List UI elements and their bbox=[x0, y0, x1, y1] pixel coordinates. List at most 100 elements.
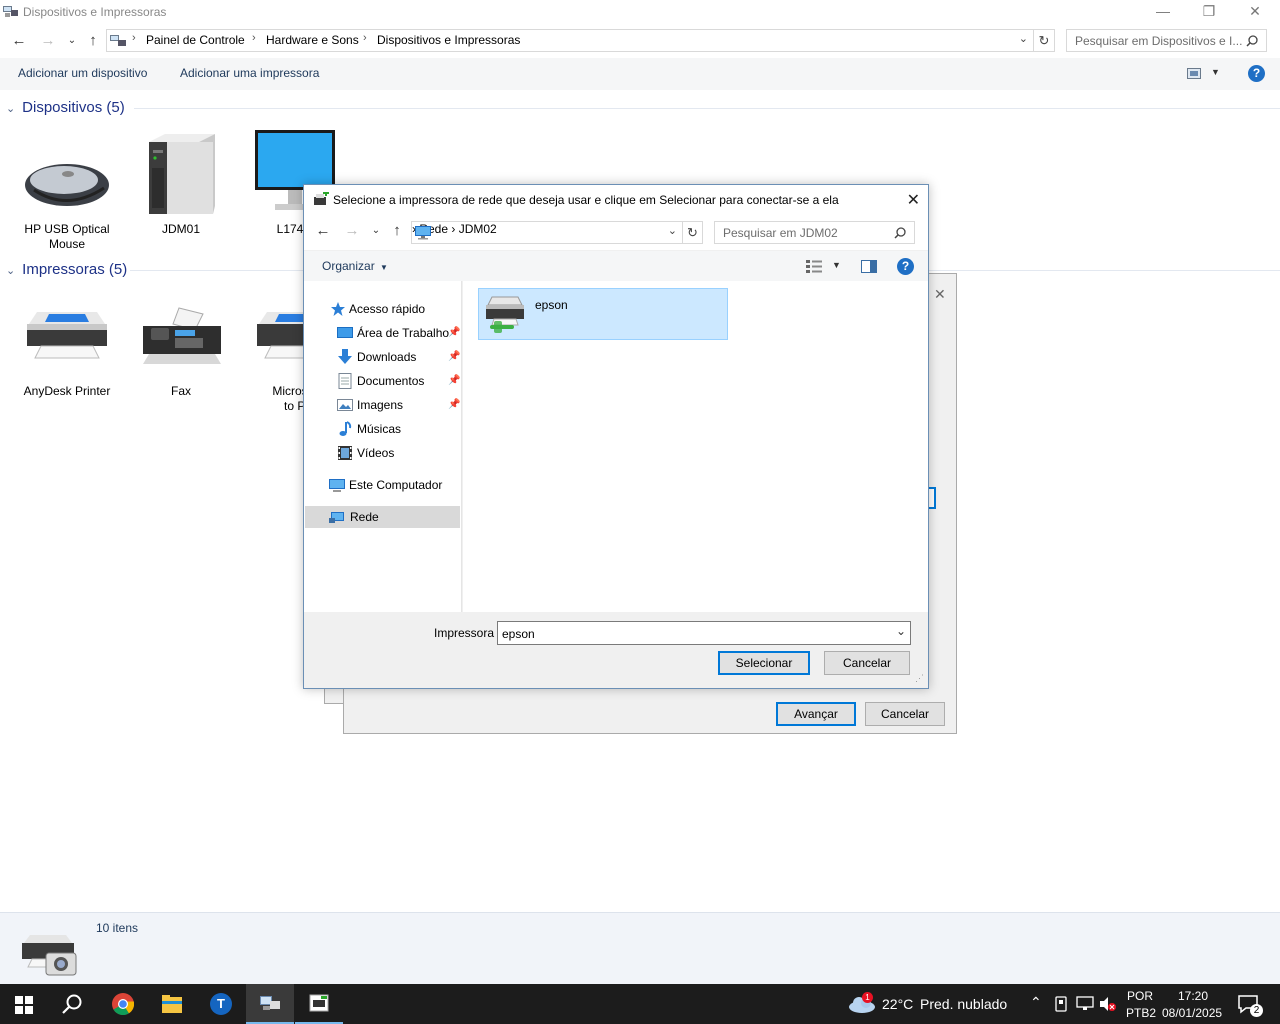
back-arrow-icon[interactable]: ← bbox=[312, 220, 334, 242]
desktop-icon bbox=[337, 327, 353, 338]
next-button[interactable]: Avançar bbox=[776, 702, 856, 726]
music-icon bbox=[339, 421, 352, 436]
file-list: epson bbox=[463, 281, 928, 612]
dialog-footer: Impressora epson ⌄ Selecionar Cancelar ⋰ bbox=[304, 612, 928, 688]
add-printer-button[interactable]: Adicionar uma impressora bbox=[180, 66, 319, 80]
address-dropdown-icon[interactable]: ⌄ bbox=[1019, 32, 1028, 45]
breadcrumb-hardware-sound[interactable]: Hardware e Sons bbox=[266, 33, 359, 47]
nav-item-desktop[interactable]: Área de Trabalho 📌 bbox=[304, 322, 462, 344]
refresh-icon[interactable]: ↻ bbox=[1034, 29, 1055, 52]
up-arrow-icon[interactable]: ↑ bbox=[386, 220, 408, 242]
breadcrumb-separator-icon: › bbox=[363, 32, 367, 44]
search-input[interactable]: Pesquisar em Dispositivos e I... bbox=[1066, 29, 1267, 52]
weather-alert-badge: 1 bbox=[862, 992, 873, 1003]
printer-item-fax[interactable]: Fax bbox=[131, 300, 231, 405]
show-hidden-icons-chevron-icon[interactable]: ⌃ bbox=[1030, 994, 1042, 1011]
pin-icon: 📌 bbox=[448, 327, 461, 338]
printer-icon bbox=[27, 312, 107, 359]
up-arrow-icon[interactable]: ↑ bbox=[82, 30, 104, 52]
search-icon bbox=[1246, 35, 1258, 47]
preview-pane-icon[interactable] bbox=[861, 260, 877, 273]
cancel-button[interactable]: Cancelar bbox=[824, 651, 910, 675]
item-count: 10 itens bbox=[96, 921, 139, 935]
organize-button[interactable]: Organizar ▼ bbox=[322, 259, 388, 273]
dialog-titlebar: Selecione a impressora de rede que desej… bbox=[304, 185, 928, 215]
breadcrumb-separator-icon: › bbox=[132, 32, 136, 44]
back-arrow-icon[interactable]: ← bbox=[8, 30, 30, 52]
select-button[interactable]: Selecionar bbox=[718, 651, 810, 675]
dialog-navigation: ← → ⌄ ↑ › Rede › JDM02 ⌄ ↻ Pesquisar em … bbox=[304, 215, 928, 250]
file-explorer-icon[interactable] bbox=[148, 984, 196, 1024]
add-printer-taskbar-icon[interactable] bbox=[295, 984, 343, 1024]
dialog-search-input[interactable]: Pesquisar em JDM02 bbox=[714, 221, 915, 244]
help-icon[interactable]: ? bbox=[1248, 65, 1265, 82]
nav-item-this-pc[interactable]: Este Computador bbox=[304, 474, 462, 496]
nav-item-downloads[interactable]: Downloads 📌 bbox=[304, 346, 462, 368]
nav-item-music[interactable]: Músicas bbox=[304, 418, 462, 440]
nav-item-network[interactable]: Rede bbox=[305, 506, 460, 528]
refresh-icon[interactable]: ↻ bbox=[683, 221, 703, 244]
volume-muted-icon[interactable] bbox=[1099, 996, 1117, 1012]
devices-group-header[interactable]: ⌄ Dispositivos (5) bbox=[6, 99, 125, 116]
breadcrumb-separator-icon: › bbox=[451, 222, 456, 236]
weather-condition[interactable]: Pred. nublado bbox=[920, 996, 1007, 1012]
forward-arrow-icon[interactable]: → bbox=[37, 30, 59, 52]
pin-icon: 📌 bbox=[448, 399, 461, 410]
file-item-epson[interactable]: epson bbox=[478, 288, 728, 340]
wizard-cancel-button[interactable]: Cancelar bbox=[865, 702, 945, 726]
resize-grip-icon[interactable]: ⋰ bbox=[915, 673, 924, 684]
windows-start-icon[interactable] bbox=[15, 996, 33, 1014]
command-bar: Adicionar um dispositivo Adicionar uma i… bbox=[0, 58, 1280, 90]
minimize-icon[interactable]: — bbox=[1140, 0, 1186, 24]
printers-group-header[interactable]: ⌄ Impressoras (5) bbox=[6, 261, 127, 278]
pictures-icon bbox=[337, 399, 353, 411]
network-tray-icon[interactable] bbox=[1076, 996, 1094, 1012]
add-device-button[interactable]: Adicionar um dispositivo bbox=[18, 66, 147, 80]
nav-item-quick-access[interactable]: Acesso rápido bbox=[304, 298, 462, 320]
device-item-jdm01[interactable]: JDM01 bbox=[131, 130, 231, 240]
close-icon[interactable]: ✕ bbox=[907, 190, 920, 210]
select-network-printer-dialog: Selecione a impressora de rede que desej… bbox=[303, 184, 929, 689]
address-dropdown-icon[interactable]: ⌄ bbox=[668, 224, 677, 237]
recent-locations-chevron-icon[interactable]: ⌄ bbox=[61, 30, 83, 52]
documents-icon bbox=[338, 373, 352, 389]
breadcrumb-devices-printers[interactable]: Dispositivos e Impressoras bbox=[377, 33, 520, 47]
help-icon[interactable]: ? bbox=[897, 258, 914, 275]
view-options-chevron-icon[interactable]: ▼ bbox=[832, 260, 841, 270]
device-tray-icon[interactable] bbox=[1054, 996, 1068, 1012]
restore-icon[interactable]: ❐ bbox=[1186, 0, 1232, 24]
wizard-shadow-edge bbox=[324, 688, 344, 704]
breadcrumb-jdm02[interactable]: JDM02 bbox=[459, 222, 497, 236]
nav-item-videos[interactable]: Vídeos bbox=[304, 442, 462, 464]
status-bar: 10 itens bbox=[0, 912, 1280, 984]
network-icon bbox=[329, 512, 344, 523]
window-title: Dispositivos e Impressoras bbox=[23, 5, 167, 19]
devices-printers-taskbar-icon[interactable] bbox=[246, 984, 294, 1024]
temperature[interactable]: 22°C bbox=[882, 996, 913, 1012]
network-printer-icon bbox=[486, 296, 524, 333]
clock-date[interactable]: 08/01/2025 bbox=[1162, 1006, 1222, 1020]
change-view-icon[interactable] bbox=[1187, 68, 1201, 79]
device-item-mouse[interactable]: HP USB Optical Mouse bbox=[17, 130, 117, 255]
view-options-chevron-icon[interactable]: ▼ bbox=[1211, 67, 1220, 77]
address-bar[interactable]: › Painel de Controle › Hardware e Sons ›… bbox=[106, 29, 1034, 52]
recent-locations-chevron-icon[interactable]: ⌄ bbox=[365, 220, 387, 242]
app-t-icon[interactable]: T bbox=[197, 984, 245, 1024]
close-icon[interactable]: ✕ bbox=[934, 286, 946, 303]
nav-item-documents[interactable]: Documentos 📌 bbox=[304, 370, 462, 392]
chrome-icon[interactable] bbox=[99, 984, 147, 1024]
clock-time[interactable]: 17:20 bbox=[1178, 989, 1208, 1003]
group-divider bbox=[134, 108, 1280, 109]
taskbar: T 1 22°C Pred. nublado ⌃ POR PTB2 17:20 … bbox=[0, 984, 1280, 1024]
keyboard-layout[interactable]: PTB2 bbox=[1126, 1006, 1156, 1020]
view-details-icon[interactable] bbox=[806, 260, 822, 273]
breadcrumb-control-panel[interactable]: Painel de Controle bbox=[146, 33, 245, 47]
forward-arrow-icon[interactable]: → bbox=[341, 220, 363, 242]
printer-combobox[interactable]: epson ⌄ bbox=[497, 621, 911, 645]
nav-item-pictures[interactable]: Imagens 📌 bbox=[304, 394, 462, 416]
language-indicator[interactable]: POR bbox=[1127, 989, 1153, 1003]
printer-item-anydesk[interactable]: AnyDesk Printer bbox=[17, 300, 117, 405]
dialog-address-bar[interactable]: › Rede › JDM02 ⌄ bbox=[411, 221, 683, 244]
search-icon[interactable] bbox=[62, 994, 82, 1014]
close-icon[interactable]: ✕ bbox=[1232, 0, 1278, 24]
